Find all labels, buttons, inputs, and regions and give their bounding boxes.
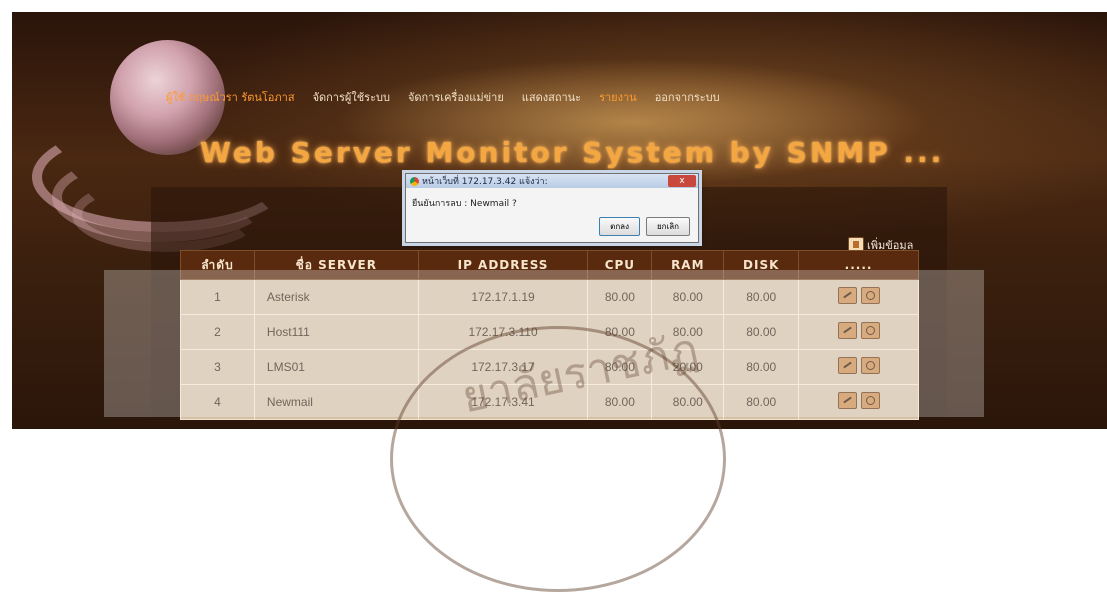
col-header-name: ชื่อ SERVER [253,250,419,280]
delete-icon[interactable] [860,357,880,374]
cell-name: Asterisk [253,279,419,315]
dialog-close-button[interactable]: x [668,175,696,187]
cell-actions [798,279,919,315]
col-header-ram: RAM [651,250,725,280]
cell-actions [798,384,919,420]
table-row: 2 Host111 172.17.3.110 80.00 80.00 80.00 [180,314,919,350]
delete-icon[interactable] [860,287,880,304]
dialog-titlebar: หน้าเว็บที่ 172.17.3.42 แจ้งว่า: x [406,174,698,188]
nav-item-show-status[interactable]: แสดงสถานะ [522,88,581,106]
cell-name: Host111 [253,314,419,350]
col-header-disk: DISK [723,250,800,280]
cell-ip: 172.17.3.41 [417,384,589,420]
cell-no: 4 [180,384,255,420]
cell-name: LMS01 [253,349,419,385]
nav-item-report[interactable]: รายงาน [599,88,637,106]
cell-disk: 80.00 [723,384,800,420]
ok-button[interactable]: ตกลง [599,217,640,236]
cell-cpu: 80.00 [587,314,653,350]
edit-icon[interactable] [837,287,857,304]
nav-user: ผู้ใช้ กฤษณ์วรา รัตนโอภาส [166,88,295,106]
cancel-button[interactable]: ยกเลิก [645,217,690,236]
confirm-dialog: หน้าเว็บที่ 172.17.3.42 แจ้งว่า: x ยืนยั… [405,173,699,243]
col-header-cpu: CPU [587,250,653,280]
cell-ip: 172.17.1.19 [417,279,589,315]
cell-actions [798,314,919,350]
table-row: 3 LMS01 172.17.3.17 80.00 20.00 80.00 [180,349,919,385]
nav-item-logout[interactable]: ออกจากระบบ [655,88,720,106]
page-title: Web Server Monitor System by SNMP ... [200,136,945,169]
cell-ram: 80.00 [651,314,725,350]
cell-no: 3 [180,349,255,385]
cell-disk: 80.00 [723,314,800,350]
cell-cpu: 80.00 [587,349,653,385]
cell-no: 2 [180,314,255,350]
cell-ip: 172.17.3.110 [417,314,589,350]
cell-ram: 20.00 [651,349,725,385]
cell-ram: 80.00 [651,384,725,420]
col-header-actions: ..... [798,250,919,280]
delete-icon[interactable] [860,392,880,409]
cell-name: Newmail [253,384,419,420]
cell-disk: 80.00 [723,279,800,315]
dialog-title: หน้าเว็บที่ 172.17.3.42 แจ้งว่า: [422,177,548,187]
cell-disk: 80.00 [723,349,800,385]
table-row: 1 Asterisk 172.17.1.19 80.00 80.00 80.00 [180,279,919,315]
table-row: 4 Newmail 172.17.3.41 80.00 80.00 80.00 [180,384,919,420]
cell-no: 1 [180,279,255,315]
dialog-message: ยืนยันการลบ : Newmail ? [412,199,517,209]
chrome-icon [410,176,419,186]
cell-actions [798,349,919,385]
nav-user-name: กฤษณ์วรา รัตนโอภาส [188,91,295,104]
edit-icon[interactable] [837,322,857,339]
nav-item-manage-servers[interactable]: จัดการเครื่องแม่ข่าย [408,88,504,106]
nav-user-label: ผู้ใช้ [166,91,186,104]
col-header-ip: IP ADDRESS [417,250,589,280]
table-header-row: ลำดับ ชื่อ SERVER IP ADDRESS CPU RAM DIS… [180,250,919,280]
delete-icon[interactable] [860,322,880,339]
top-nav: ผู้ใช้ กฤษณ์วรา รัตนโอภาส จัดการผู้ใช้ระ… [166,88,720,106]
cell-ip: 172.17.3.17 [417,349,589,385]
edit-icon[interactable] [837,392,857,409]
col-header-no: ลำดับ [180,250,255,280]
cell-cpu: 80.00 [587,279,653,315]
server-table: ลำดับ ชื่อ SERVER IP ADDRESS CPU RAM DIS… [180,250,919,420]
edit-icon[interactable] [837,357,857,374]
nav-item-manage-users[interactable]: จัดการผู้ใช้ระบบ [313,88,390,106]
cell-cpu: 80.00 [587,384,653,420]
cell-ram: 80.00 [651,279,725,315]
